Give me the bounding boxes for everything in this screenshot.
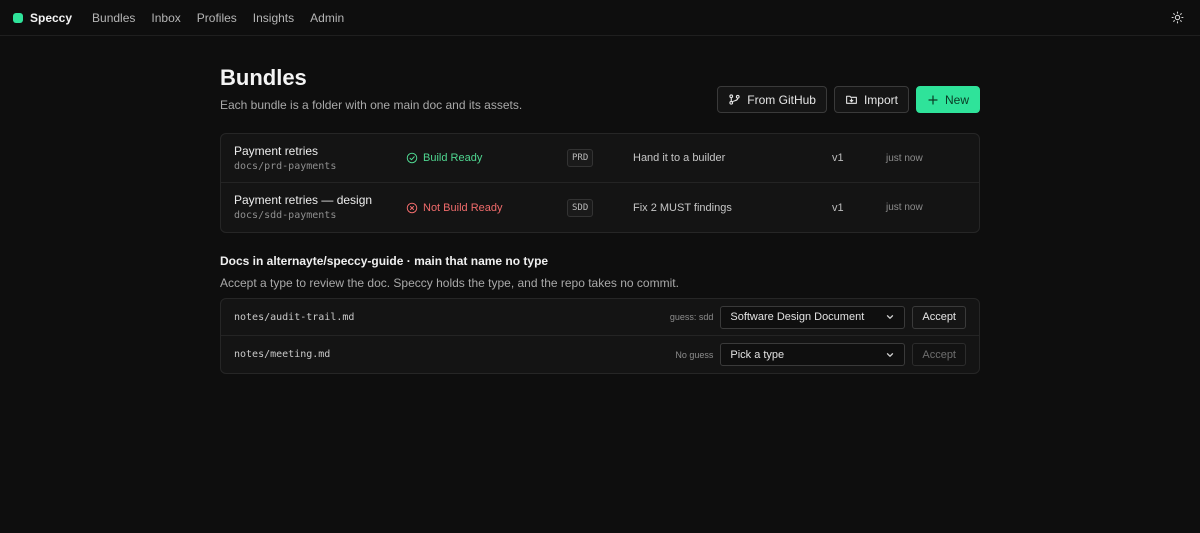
doc-path: notes/meeting.md xyxy=(234,349,331,360)
status-label: Build Ready xyxy=(423,152,483,164)
docs-section-title: Docs in alternayte/speccy-guide · main t… xyxy=(220,254,549,268)
bundle-name-col: Payment retries — design docs/sdd-paymen… xyxy=(234,193,372,221)
nav-link-insights[interactable]: Insights xyxy=(253,11,294,25)
bundle-name-col: Payment retries docs/prd-payments xyxy=(234,144,336,172)
doc-guess: No guess xyxy=(675,349,714,360)
nav-link-profiles[interactable]: Profiles xyxy=(197,11,237,25)
docs-section-subtitle: Accept a type to review the doc. Speccy … xyxy=(220,276,679,290)
chevron-down-icon xyxy=(887,315,894,319)
from-github-button[interactable]: From GitHub xyxy=(717,86,827,113)
nav-link-bundles[interactable]: Bundles xyxy=(92,11,135,25)
version: v1 xyxy=(832,201,844,214)
page-header-text: Bundles Each bundle is a folder with one… xyxy=(220,65,717,112)
status-label: Not Build Ready xyxy=(423,201,503,214)
doc-type-select[interactable]: Software Design Document xyxy=(720,305,906,329)
import-button[interactable]: Import xyxy=(833,86,909,113)
git-branch-icon xyxy=(729,94,740,105)
bundle-path: docs/sdd-payments xyxy=(234,210,337,221)
updated-time: just now xyxy=(886,202,923,213)
brand-logo-icon xyxy=(13,12,23,23)
status-badge: Build Ready xyxy=(406,152,482,164)
doc-type-select-value: Pick a type xyxy=(730,348,785,361)
version: v1 xyxy=(832,152,844,164)
bundle-row[interactable]: Payment retries — design docs/sdd-paymen… xyxy=(221,183,979,232)
updated-time: just now xyxy=(886,152,923,164)
check-circle-icon xyxy=(406,152,418,164)
next-step: Fix 2 MUST findings xyxy=(633,201,732,214)
main-content: Bundles Each bundle is a folder with one… xyxy=(220,36,980,374)
accept-button[interactable]: Accept xyxy=(912,305,966,329)
doc-row: notes/meeting.md No guess Pick a type Ac… xyxy=(221,336,979,373)
chevron-down-icon xyxy=(887,352,894,357)
bundle-name: Payment retries — design xyxy=(234,193,373,207)
import-label: Import xyxy=(863,92,898,107)
from-github-label: From GitHub xyxy=(747,92,816,107)
x-circle-icon xyxy=(406,202,418,213)
accept-button[interactable]: Accept xyxy=(912,343,966,366)
nav-link-inbox[interactable]: Inbox xyxy=(151,11,180,25)
header-actions: From GitHub Import New xyxy=(717,86,980,113)
new-label: New xyxy=(944,92,969,107)
doc-type-select-value: Software Design Document xyxy=(730,311,865,323)
brand[interactable]: Speccy xyxy=(13,11,72,25)
bundles-list: Payment retries docs/prd-payments Build … xyxy=(220,133,980,233)
plus-icon xyxy=(928,94,938,105)
bundle-path: docs/prd-payments xyxy=(234,161,337,172)
new-bundle-button[interactable]: New xyxy=(915,86,980,113)
status-badge: Not Build Ready xyxy=(406,202,503,214)
doc-type-select[interactable]: Pick a type xyxy=(720,343,906,366)
theme-toggle-button[interactable] xyxy=(1167,8,1187,28)
nav-link-admin[interactable]: Admin xyxy=(310,11,344,25)
page-subtitle: Each bundle is a folder with one main do… xyxy=(220,98,523,112)
doc-path: notes/audit-trail.md xyxy=(234,311,355,323)
page-title: Bundles xyxy=(220,65,307,90)
doc-row: notes/audit-trail.md guess: sdd Software… xyxy=(221,299,979,336)
untyped-docs-list: notes/audit-trail.md guess: sdd Software… xyxy=(220,298,980,374)
bundle-row[interactable]: Payment retries docs/prd-payments Build … xyxy=(221,134,979,183)
brand-name: Speccy xyxy=(30,10,73,25)
next-step: Hand it to a builder xyxy=(633,152,726,164)
doc-type-badge: SDD xyxy=(567,198,594,217)
bundle-name: Payment retries xyxy=(234,144,319,158)
folder-import-icon xyxy=(846,95,857,104)
doc-guess: guess: sdd xyxy=(669,312,714,322)
page-header: Bundles Each bundle is a folder with one… xyxy=(220,65,980,113)
doc-type-badge: PRD xyxy=(567,149,594,167)
sun-icon xyxy=(1171,11,1183,24)
top-nav: Speccy Bundles Inbox Profiles Insights A… xyxy=(0,0,1200,36)
